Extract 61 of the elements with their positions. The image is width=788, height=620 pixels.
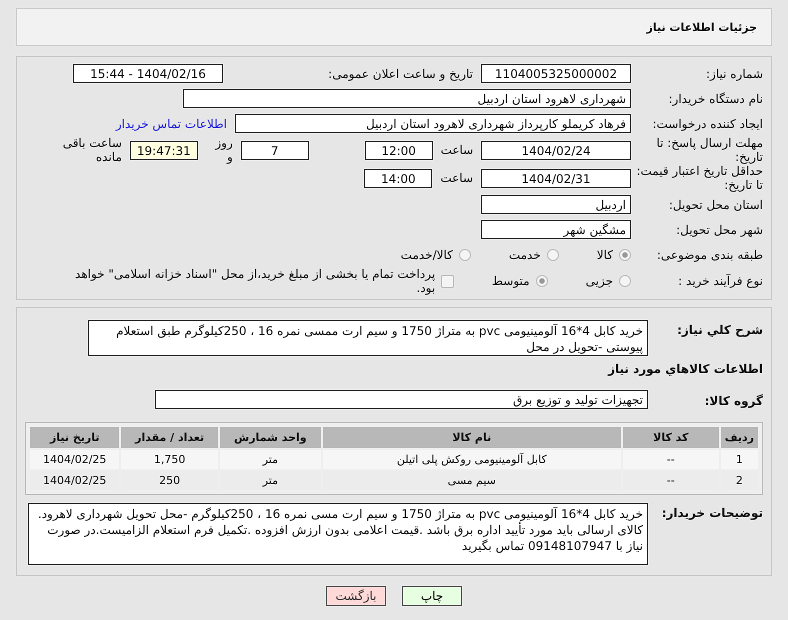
- buyer-notes-field: خرید کابل 4*16 آلومینیومی pvc به متراژ 1750 و سیم ارت مسی نمره 16 ، 250کیلوگرم -محل تحویل شهرداری لاهرود. کالای ارسالی باید مورد تأیید اداره برق باشد .قیمت اعلامی بدون ارزش افزوده .تکمیل فرم استعلام الزامیست.در صورت نیاز با 09148107947 تماس بگیرید: [28, 503, 648, 565]
- radio-button[interactable]: [619, 275, 631, 287]
- buyer-org-field: شهرداری لاهرود استان اردبیل: [183, 89, 631, 108]
- radio-label: کالا/خدمت: [400, 248, 453, 262]
- checkbox-label: پرداخت تمام یا بخشی از مبلغ خرید،از محل "اسناد خزانه اسلامی" خواهد بود.: [74, 267, 436, 295]
- table-cell: 1: [720, 450, 758, 469]
- validity-date-field: 1404/02/31: [481, 168, 631, 188]
- buyer-contact-link[interactable]: اطلاعات تماس خریدار: [116, 116, 235, 130]
- remaining-label: ساعت باقی مانده: [62, 136, 123, 164]
- validity-time-field: 14:00: [364, 168, 432, 188]
- column-header: نام کالا: [322, 427, 621, 448]
- days-label: روز و: [214, 136, 234, 164]
- column-header: تعداد / مقدار: [121, 427, 218, 448]
- action-button[interactable]: چاپ: [402, 586, 462, 606]
- column-header: ردیف: [720, 427, 758, 448]
- time-label: ساعت: [439, 171, 474, 185]
- goods-group-field: تجهیزات تولید و توزیع برق: [155, 390, 648, 409]
- field-label: نوع فرآیند خرید :: [677, 274, 763, 288]
- section-title: اطلاعات کالاهاي مورد نياز: [608, 362, 763, 376]
- field-label: گروه کالا:: [704, 394, 763, 408]
- field-label: توضیحات خریدار:: [660, 506, 763, 520]
- field-label: نام دستگاه خریدار:: [668, 92, 763, 106]
- radio-label: متوسط: [492, 274, 530, 288]
- time-label: ساعت: [440, 143, 474, 157]
- city-field: مشگین شهر: [481, 220, 631, 239]
- column-header: تاریخ نیاز: [30, 427, 120, 448]
- remaining-time-field: 19:47:31: [130, 140, 198, 160]
- checkbox[interactable]: [441, 274, 454, 288]
- deadline-date-field: 1404/02/24: [481, 140, 631, 160]
- field-label: ایجاد کننده درخواست:: [651, 116, 763, 130]
- field-label: استان محل تحویل:: [668, 198, 763, 212]
- description-field: خرید کابل 4*16 آلومینیومی pvc به متراژ 1750 و سیم ارت ممسی نمره 16 ، 250کیلوگرم طبق استعلام پیوستی -تحویل در محل: [88, 320, 648, 356]
- action-button[interactable]: بازگشت: [326, 586, 386, 606]
- radio-button[interactable]: [619, 248, 631, 260]
- deadline-time-field: 12:00: [364, 140, 433, 160]
- radio-button[interactable]: [536, 275, 548, 287]
- field-label: شهر محل تحویل:: [675, 222, 763, 236]
- table-cell: کابل آلومینیومی روکش پلی اتیلن: [322, 450, 621, 469]
- field-label: شرح کلي نياز:: [676, 323, 763, 337]
- announce-date-field: 1404/02/16 - 15:44: [73, 64, 223, 83]
- field-label: تاریخ و ساعت اعلان عمومی:: [327, 66, 474, 80]
- page-title: جزئیات اطلاعات نیاز: [646, 20, 757, 34]
- need-number-field: 1104005325000002: [481, 64, 631, 83]
- province-field: اردبیل: [481, 195, 631, 214]
- table-cell: 1404/02/25: [30, 450, 120, 469]
- field-label: شماره نیاز:: [705, 66, 763, 80]
- column-header: واحد شمارش: [220, 427, 321, 448]
- radio-label: جزیی: [586, 274, 613, 288]
- table-cell: متر: [220, 450, 321, 469]
- radio-label: کالا: [596, 248, 613, 262]
- radio-button[interactable]: [458, 248, 471, 260]
- table-cell: --: [622, 450, 719, 469]
- table-cell: 1,750: [121, 450, 218, 469]
- field-label: مهلت ارسال پاسخ: تا تاریخ:: [655, 136, 763, 164]
- field-label: حداقل تاریخ اعتبار قیمت: تا تاریخ:: [635, 164, 763, 192]
- creator-field: فرهاد کریملو کارپرداز شهرداری لاهرود استان اردبیل: [235, 114, 631, 133]
- radio-label: خدمت: [508, 248, 541, 262]
- days-field: 7: [240, 140, 309, 160]
- radio-button[interactable]: [546, 248, 559, 260]
- field-label: طبقه بندی موضوعی:: [656, 248, 763, 262]
- column-header: کد کالا: [622, 427, 719, 448]
